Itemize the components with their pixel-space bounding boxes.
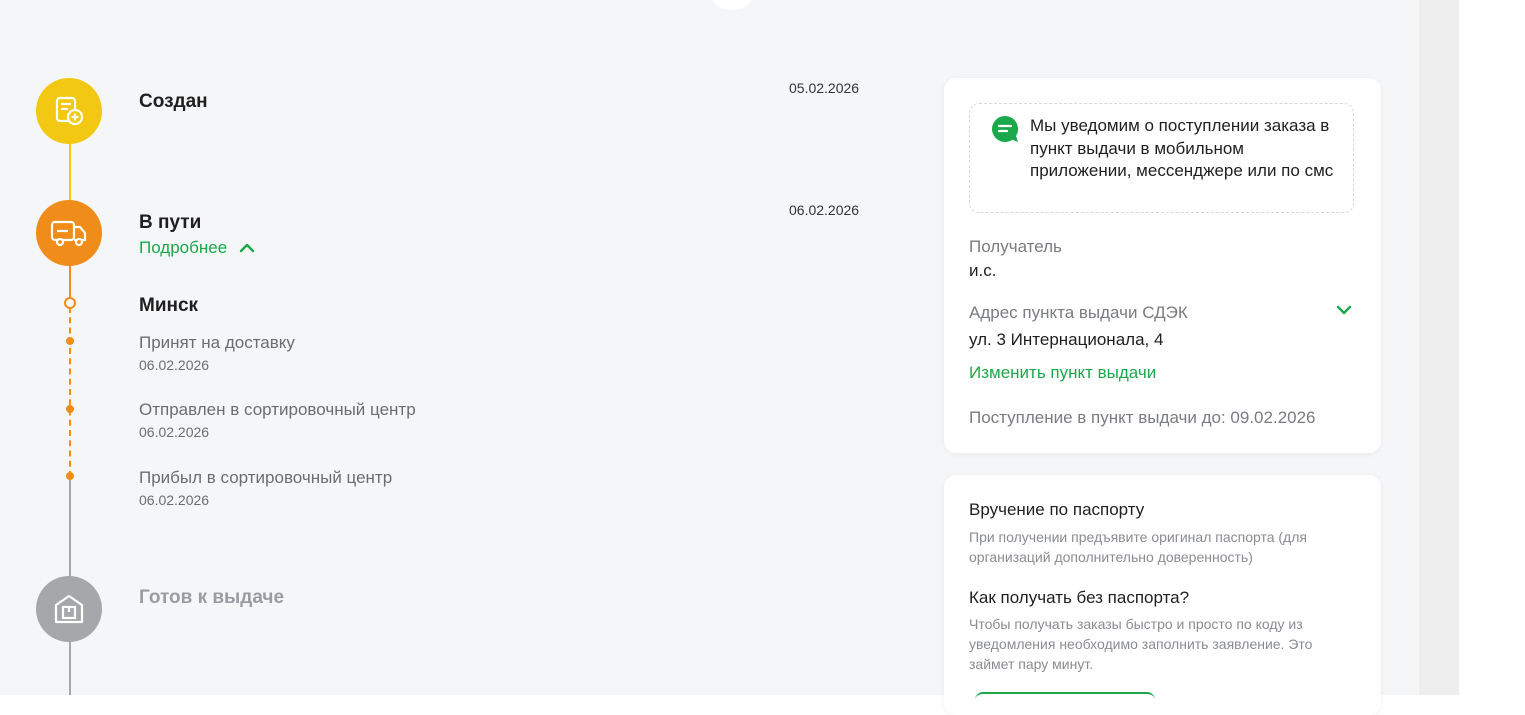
details-toggle-label: Подробнее [139, 238, 228, 257]
delivery-info-card: Мы уведомим о поступлении заказа в пункт… [944, 78, 1381, 453]
step-ready-title: Готов к выдаче [139, 587, 285, 608]
event-marker-dot [66, 472, 74, 480]
event-date: 06.02.2026 [139, 424, 210, 440]
event-date: 06.02.2026 [139, 492, 210, 508]
event-marker-dot [66, 337, 74, 345]
step-transit-icon [36, 200, 102, 266]
timeline-dashed-line [69, 307, 71, 477]
transit-city: Минск [139, 295, 199, 316]
step-created-date: 05.02.2026 [789, 80, 860, 96]
city-marker-dot [64, 297, 76, 309]
passport-info-card: Вручение по паспорту При получении предъ… [944, 475, 1381, 715]
step-transit-title: В пути [139, 212, 202, 233]
chevron-up-icon [239, 243, 255, 253]
address-label: Адрес пункта выдачи СДЭК [969, 303, 1188, 322]
fill-application-button[interactable] [975, 692, 1155, 704]
timeline-line-end [69, 640, 71, 695]
timeline-line-created [69, 142, 71, 200]
event-marker-dot [66, 405, 74, 413]
timeline-line-transit [69, 264, 71, 298]
recipient-value: и.с. [969, 261, 997, 280]
step-created-title: Создан [139, 91, 208, 112]
chat-bubble-icon [991, 115, 1019, 142]
truck-icon [50, 220, 87, 247]
no-passport-text: Чтобы получать заказы быстро и просто по… [969, 616, 1313, 672]
scroll-gutter [1419, 0, 1459, 695]
event-date: 06.02.2026 [139, 357, 210, 373]
passport-text: При получении предъявите оригинал паспор… [969, 529, 1307, 565]
details-toggle-link[interactable]: Подробнее [139, 238, 255, 258]
recipient-label: Получатель [969, 237, 1062, 256]
notice-text: Мы уведомим о поступлении заказа в пункт… [1030, 116, 1334, 180]
arrival-deadline: Поступление в пункт выдачи до: 09.02.202… [969, 408, 1316, 427]
passport-title: Вручение по паспорту [969, 500, 1145, 519]
document-add-icon [55, 96, 84, 126]
step-created-icon [36, 78, 102, 144]
step-ready-icon [36, 576, 102, 642]
step-transit-date: 06.02.2026 [789, 202, 860, 218]
event-text: Принят на доставку [139, 333, 295, 352]
notification-notice: Мы уведомим о поступлении заказа в пункт… [969, 103, 1354, 213]
change-pickup-point-link[interactable]: Изменить пункт выдачи [969, 363, 1156, 383]
chevron-down-icon[interactable] [1336, 305, 1352, 315]
address-value: ул. 3 Интернационала, 4 [969, 330, 1164, 349]
timeline-line-pending [69, 480, 71, 576]
event-text: Отправлен в сортировочный центр [139, 400, 416, 419]
event-text: Прибыл в сортировочный центр [139, 468, 393, 487]
warehouse-box-icon [54, 594, 84, 624]
no-passport-title: Как получать без паспорта? [969, 588, 1190, 607]
